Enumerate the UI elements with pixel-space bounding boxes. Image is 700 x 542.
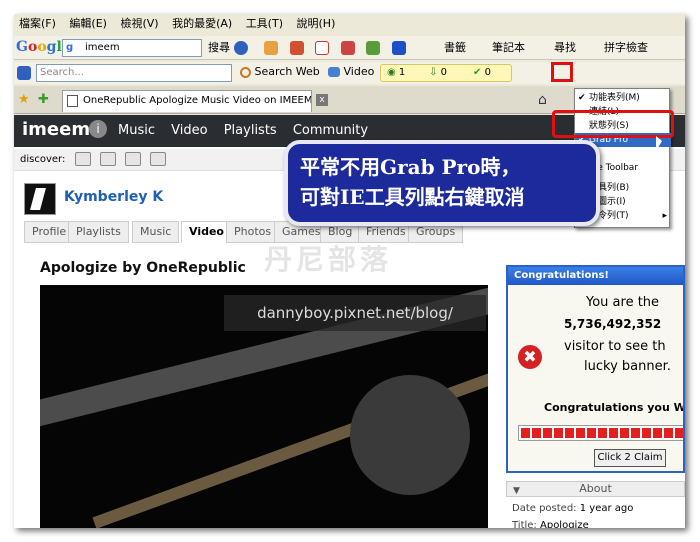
about-header[interactable]: ▼ About	[506, 481, 685, 497]
page-icon	[67, 95, 78, 107]
search-web-button[interactable]: Search Web	[240, 64, 320, 80]
about-title: Title: Apologize	[512, 520, 589, 528]
callout-line2: 可對IE工具列點右鍵取消	[300, 185, 525, 209]
star-icon[interactable]	[391, 41, 406, 55]
counters-panel: ◉ 1 ⇩ 0 ✔ 0	[380, 64, 512, 82]
gmail-icon[interactable]	[315, 41, 329, 55]
menu-edit[interactable]: 編輯(E)	[64, 14, 112, 34]
blocker-icon[interactable]	[340, 41, 355, 55]
menu-view[interactable]: 檢視(V)	[115, 14, 163, 34]
submenu-arrow-icon: ▸	[662, 211, 667, 221]
imeem-logo[interactable]: imeem	[22, 119, 90, 140]
banner-progress	[518, 425, 683, 441]
nav-music[interactable]: Music	[118, 123, 155, 138]
menu-file[interactable]: 檔案(F)	[14, 14, 61, 34]
banner-number: 5,736,492,352	[564, 317, 662, 331]
popup-counter[interactable]: ◉ 1	[387, 65, 405, 81]
nav-community[interactable]: Community	[293, 123, 368, 138]
google-g-icon: g	[66, 42, 74, 53]
discover-music-icon[interactable]	[74, 152, 91, 166]
spellcheck-button[interactable]: 拼字檢查	[604, 40, 648, 56]
menu-tools[interactable]: 工具(T)	[241, 14, 288, 34]
download-counter[interactable]: ⇩ 0	[429, 65, 447, 81]
profile-name[interactable]: Kymberley K	[64, 189, 163, 205]
google-toolbar: Google g imeem 搜尋 書籤 筆記本 尋找 拼字檢查	[14, 36, 685, 60]
annotation-red-box	[551, 62, 573, 82]
callout-line1: 平常不用Grab Pro時，	[300, 155, 521, 179]
video-button[interactable]: Video	[328, 64, 374, 80]
nav-playlists[interactable]: Playlists	[224, 123, 277, 138]
search-web-input[interactable]: Search...	[36, 64, 232, 82]
sheet-icon[interactable]	[289, 41, 304, 55]
mouse-cursor-icon	[656, 136, 662, 151]
globe-icon	[233, 41, 248, 55]
bookmarks-button[interactable]: 書籤	[444, 40, 466, 56]
menu-help[interactable]: 說明(H)	[292, 14, 341, 34]
menu-bar: 檔案(F) 編輯(E) 檢視(V) 我的最愛(A) 工具(T) 說明(H)	[14, 14, 685, 34]
tab-music[interactable]: Music	[132, 221, 180, 243]
menu-favorites[interactable]: 我的最愛(A)	[167, 14, 237, 34]
discover-label: discover:	[20, 154, 66, 165]
congrats-banner[interactable]: Congratulations! You are the 5,736,492,3…	[506, 265, 685, 473]
browser-tab[interactable]: OneRepublic Apologize Music Video on IME…	[62, 90, 312, 112]
annotation-red-box	[552, 110, 674, 138]
check-counter[interactable]: ✔ 0	[473, 65, 491, 81]
blog-watermark: 丹尼部落	[264, 243, 393, 276]
screenshot-frame: 檔案(F) 編輯(E) 檢視(V) 我的最愛(A) 工具(T) 說明(H) Go…	[0, 0, 700, 542]
autofill-icon[interactable]	[366, 41, 380, 55]
magnifier-icon	[240, 66, 251, 78]
add-favorite-icon[interactable]: ✚	[38, 92, 49, 107]
google-search-input[interactable]: g imeem	[62, 39, 202, 57]
about-panel: ▼ About Date posted: 1 year ago Title: A…	[506, 481, 685, 528]
avatar[interactable]	[24, 183, 56, 215]
discover-photo-icon[interactable]	[99, 152, 116, 166]
toolbar-icons-group	[264, 40, 406, 56]
url-watermark: dannyboy.pixnet.net/blog/	[224, 295, 486, 331]
error-icon: ✖	[518, 345, 542, 369]
imeem-nav: Music Video Playlists Community	[118, 123, 380, 138]
claim-button[interactable]: Click 2 Claim	[594, 449, 666, 467]
discover-people-icon[interactable]	[124, 152, 141, 166]
video-title: Apologize by OneRepublic	[40, 260, 246, 276]
notebook-button[interactable]: 筆記本	[492, 40, 525, 56]
browser-window: 檔案(F) 編輯(E) 檢視(V) 我的最愛(A) 工具(T) 說明(H) Go…	[14, 14, 685, 528]
annotation-callout: 平常不用Grab Pro時， 可對IE工具列點右鍵取消	[284, 140, 600, 226]
banner-body: You are the 5,736,492,352 ✖ visitor to s…	[508, 285, 685, 471]
discover-video-icon[interactable]	[150, 152, 167, 166]
home-icon[interactable]: ⌂	[538, 92, 547, 108]
video-icon	[328, 67, 340, 77]
search-provider-icon[interactable]	[17, 66, 31, 80]
about-date: Date posted: 1 year ago	[512, 503, 634, 514]
tab-playlists[interactable]: Playlists	[68, 221, 129, 243]
ctx-menubar-item[interactable]: ✔ 功能表列(M)	[575, 91, 671, 105]
tab-close-icon[interactable]: x	[316, 94, 328, 106]
tab-video[interactable]: Video	[181, 221, 232, 243]
find-button[interactable]: 尋找	[554, 40, 576, 56]
banner-line1: You are the	[586, 295, 660, 310]
banner-line2: visitor to see th	[564, 339, 666, 354]
imeem-info-icon[interactable]: i	[89, 120, 107, 138]
video-frame-shape	[350, 375, 470, 495]
google-search-button[interactable]: 搜尋	[208, 40, 248, 56]
search-toolbar: Search... Search Web Video ◉ 1 ⇩ 0 ✔ 0	[14, 62, 685, 84]
favorites-star-icon[interactable]: ★	[18, 92, 30, 107]
nav-video[interactable]: Video	[171, 123, 207, 138]
banner-line3: lucky banner.	[584, 359, 671, 374]
tab-profile[interactable]: Profile	[24, 221, 75, 243]
banner-line4: Congratulations you W	[544, 401, 685, 414]
paint-icon[interactable]	[264, 41, 278, 55]
banner-title: Congratulations!	[508, 267, 683, 285]
collapse-triangle-icon[interactable]: ▼	[513, 484, 520, 498]
